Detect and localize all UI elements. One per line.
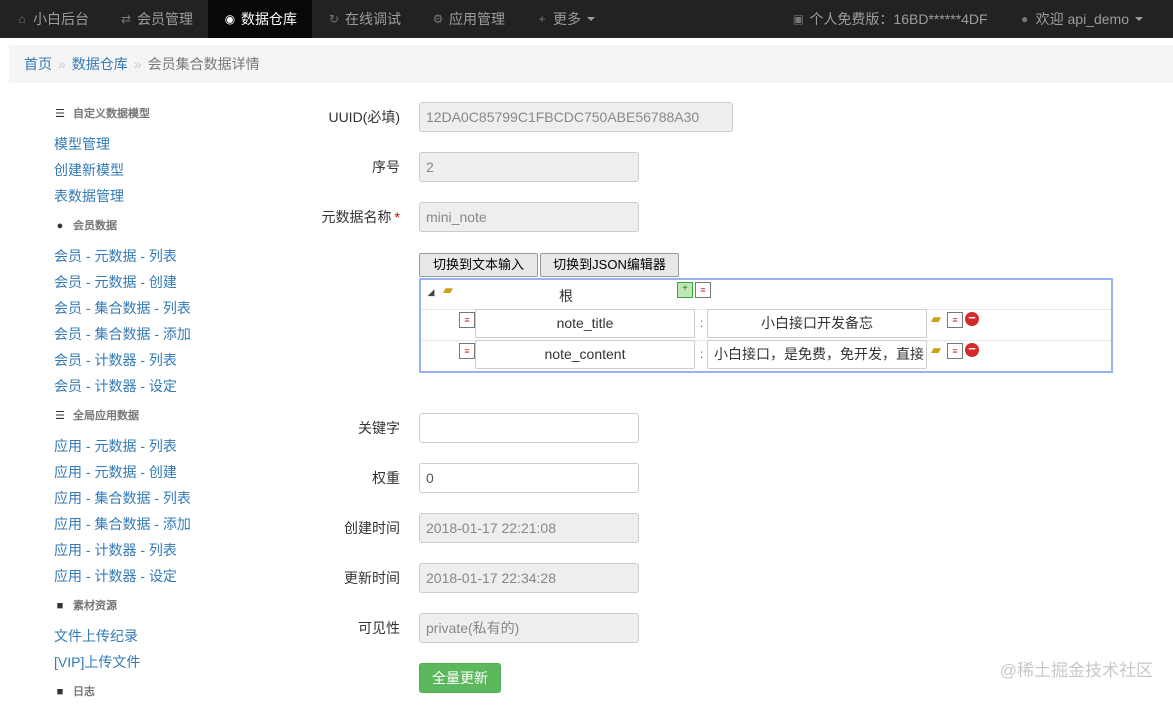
visibility-field[interactable] — [419, 613, 639, 643]
nav-app-management[interactable]: ⚙ 应用管理 — [416, 0, 520, 38]
breadcrumb-separator: » — [58, 56, 66, 72]
meta-name-label: 元数据名称 * — [0, 207, 400, 227]
visibility-label: 可见性 — [358, 620, 400, 636]
full-update-button[interactable]: 全量更新 — [419, 663, 501, 693]
node-type-icon[interactable]: ≡ — [459, 312, 475, 328]
sidebar-item-member-meta-create[interactable]: 会员 - 元数据 - 创建 — [54, 269, 254, 295]
nav-label: 应用管理 — [449, 11, 505, 27]
sidebar-item-app-counter-list[interactable]: 应用 - 计数器 - 列表 — [54, 537, 254, 563]
sidebar-header-label: 素材资源 — [73, 600, 117, 612]
breadcrumb-home[interactable]: 首页 — [24, 54, 52, 74]
nav-label: 小白后台 — [33, 11, 89, 27]
sidebar-item-member-counter-set[interactable]: 会员 - 计数器 - 设定 — [54, 373, 254, 399]
nav-online-debug[interactable]: ↻ 在线调试 — [312, 0, 416, 38]
welcome-label: 欢迎 api_demo — [1035, 11, 1129, 27]
shuffle-icon: ⇄ — [120, 12, 132, 26]
json-value-field[interactable]: 小白接口，是免费，免开发，直接 — [707, 340, 927, 369]
append-folder-icon[interactable]: ▰ — [929, 343, 943, 357]
switch-json-editor-button[interactable]: 切换到JSON编辑器 — [540, 253, 679, 277]
home-icon: ⌂ — [18, 12, 26, 26]
nav-license[interactable]: ▣ 个人免费版：16BD******4DF — [776, 0, 1002, 38]
lock-icon: ▣ — [792, 12, 805, 26]
remove-node-icon[interactable]: − — [965, 342, 979, 357]
weight-field[interactable] — [419, 463, 639, 493]
sidebar-item-member-collection-list[interactable]: 会员 - 集合数据 - 列表 — [54, 295, 254, 321]
remove-node-icon[interactable]: − — [965, 311, 979, 326]
json-value-field[interactable]: 小白接口开发备忘 — [707, 309, 927, 338]
plus-icon: + — [538, 12, 546, 26]
nav-data-warehouse[interactable]: ◉ 数据仓库 — [208, 0, 312, 38]
watermark: @稀土掘金技术社区 — [999, 661, 1153, 680]
nav-label: 更多 — [553, 11, 581, 27]
node-type-icon[interactable]: ≡ — [695, 282, 711, 298]
sidebar-item-table-data[interactable]: 表数据管理 — [54, 183, 254, 209]
node-type-icon[interactable]: ≡ — [459, 343, 475, 359]
top-navbar: ⌂ 小白后台 ⇄ 会员管理 ◉ 数据仓库 ↻ 在线调试 ⚙ 应用管理 + 更多 … — [0, 0, 1173, 38]
sidebar-header-label: 日志 — [73, 686, 95, 698]
json-editor: ◢ ▰ 根 + ≡ ≡ note_title : 小白接口开发备忘 ▰ ≡ − … — [419, 278, 1113, 373]
nav-label: 在线调试 — [345, 11, 401, 27]
uuid-field[interactable] — [419, 102, 733, 132]
node-type-icon[interactable]: ≡ — [947, 343, 963, 359]
nav-label: 会员管理 — [137, 11, 193, 27]
caret-down-icon — [1135, 17, 1143, 21]
user-icon: ● — [1020, 12, 1029, 26]
json-key-field[interactable]: note_title — [475, 309, 695, 338]
sidebar-item-member-meta-list[interactable]: 会员 - 元数据 - 列表 — [54, 243, 254, 269]
meta-name-label-text: 元数据名称 — [321, 209, 392, 225]
breadcrumb-data-warehouse[interactable]: 数据仓库 — [72, 54, 128, 74]
breadcrumb-current: 会员集合数据详情 — [147, 56, 260, 72]
collapse-triangle-icon[interactable]: ◢ — [424, 285, 438, 299]
updated-label: 更新时间 — [344, 570, 400, 586]
breadcrumb-separator: » — [133, 56, 142, 72]
add-node-icon[interactable]: + — [677, 282, 693, 298]
breadcrumb: 首页 » 数据仓库 » 会员集合数据详情 — [9, 45, 1173, 83]
created-label: 创建时间 — [344, 520, 400, 536]
gear-icon: ⚙ — [432, 12, 444, 26]
nav-label: 数据仓库 — [241, 11, 297, 27]
caret-down-icon — [587, 17, 595, 21]
sidebar-item-app-collection-list[interactable]: 应用 - 集合数据 - 列表 — [54, 485, 254, 511]
created-field[interactable] — [419, 513, 639, 543]
sidebar-item-vip-upload[interactable]: [VIP]上传文件 — [54, 649, 254, 675]
json-separator: : — [700, 316, 704, 330]
node-type-icon[interactable]: ≡ — [947, 312, 963, 328]
seq-field[interactable] — [419, 152, 639, 182]
weight-label: 权重 — [372, 470, 400, 486]
sidebar-header-assets: ■ 素材资源 — [54, 599, 254, 613]
required-mark: * — [394, 209, 400, 225]
append-folder-icon[interactable]: ▰ — [929, 312, 943, 326]
json-root-label: 根 — [559, 288, 573, 304]
refresh-icon: ↻ — [328, 12, 340, 26]
book-icon: ■ — [56, 685, 64, 698]
nav-home[interactable]: ⌂ 小白后台 — [0, 0, 104, 38]
keyword-field[interactable] — [419, 413, 639, 443]
json-key-field[interactable]: note_content — [475, 340, 695, 369]
book-icon: ■ — [56, 599, 64, 612]
keyword-label: 关键字 — [358, 420, 400, 436]
license-label: 个人免费版：16BD******4DF — [809, 11, 988, 27]
globe-icon: ◉ — [224, 12, 236, 26]
meta-name-field[interactable] — [419, 202, 639, 232]
sidebar-item-member-counter-list[interactable]: 会员 - 计数器 - 列表 — [54, 347, 254, 373]
nav-members[interactable]: ⇄ 会员管理 — [104, 0, 208, 38]
sidebar-item-model-management[interactable]: 模型管理 — [54, 131, 254, 157]
switch-text-input-button[interactable]: 切换到文本输入 — [419, 253, 538, 277]
nav-more-dropdown[interactable]: + 更多 — [520, 0, 610, 38]
nav-user-dropdown[interactable]: ● 欢迎 api_demo — [1003, 0, 1173, 38]
seq-label: 序号 — [372, 159, 400, 175]
sidebar-header-logs: ■ 日志 — [54, 685, 254, 699]
folder-icon: ▰ — [443, 282, 453, 297]
sidebar-item-member-collection-add[interactable]: 会员 - 集合数据 - 添加 — [54, 321, 254, 347]
uuid-label: UUID(必填) — [328, 109, 400, 125]
updated-field[interactable] — [419, 563, 639, 593]
json-separator: : — [700, 347, 704, 361]
